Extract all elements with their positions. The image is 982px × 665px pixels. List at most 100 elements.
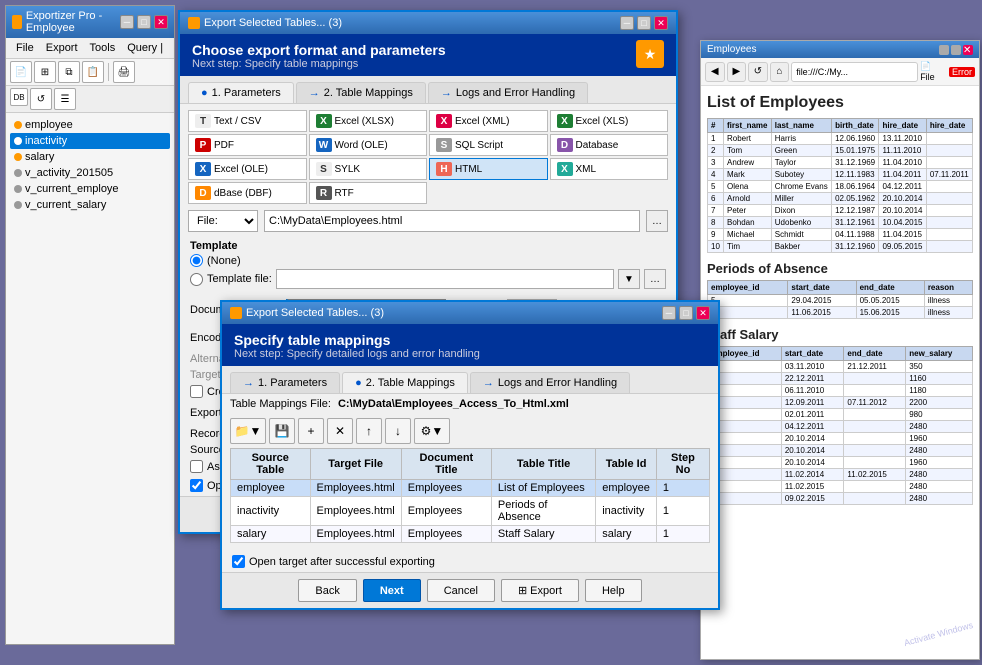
- dialog2-next-button[interactable]: Next: [363, 579, 421, 602]
- format-dbf[interactable]: DdBase (DBF): [188, 182, 307, 204]
- db-btn[interactable]: DB: [10, 88, 28, 106]
- dialog1-minimize[interactable]: ─: [620, 16, 634, 30]
- template-file-input[interactable]: [276, 269, 614, 289]
- dialog2-cancel-button[interactable]: Cancel: [427, 579, 495, 602]
- menu-query[interactable]: Query |: [121, 40, 169, 56]
- format-word[interactable]: WWord (OLE): [309, 134, 428, 156]
- tab-parameters[interactable]: ● 1. Parameters: [188, 82, 294, 103]
- template-none-radio[interactable]: [190, 254, 203, 267]
- format-db[interactable]: DDatabase: [550, 134, 669, 156]
- tab2-mappings[interactable]: ● 2. Table Mappings: [342, 372, 468, 393]
- sidebar-item-v-salary[interactable]: v_current_salary: [10, 197, 170, 213]
- forward-nav-btn[interactable]: ▶: [727, 62, 747, 82]
- dialog2-help-button[interactable]: Help: [585, 579, 642, 602]
- options-btn[interactable]: ⚙▼: [414, 418, 450, 444]
- table-row[interactable]: salary Employees.html Employees Staff Sa…: [231, 526, 710, 543]
- paste-btn[interactable]: 📋: [82, 61, 104, 83]
- format-rtf[interactable]: RRTF: [309, 182, 428, 204]
- dialog2-back-button[interactable]: Back: [298, 579, 356, 602]
- item-dot: [14, 121, 22, 129]
- tab-arrow: ●: [201, 87, 208, 99]
- new-btn[interactable]: 📄: [10, 61, 32, 83]
- col-doc[interactable]: Document Title: [401, 449, 491, 480]
- print-btn[interactable]: 🖨: [113, 61, 135, 83]
- format-xls[interactable]: XExcel (XLS): [550, 110, 669, 132]
- menu-file[interactable]: File: [10, 40, 40, 56]
- file-path-input[interactable]: [264, 210, 640, 232]
- sal-col-end: end_date: [844, 347, 906, 361]
- format-sylk[interactable]: SSYLK: [309, 158, 428, 180]
- menu-tools[interactable]: Tools: [84, 40, 122, 56]
- col-target[interactable]: Target File: [310, 449, 401, 480]
- down-btn[interactable]: ↓: [385, 418, 411, 444]
- browse-button[interactable]: …: [646, 210, 668, 232]
- format-csv[interactable]: TText / CSV: [188, 110, 307, 132]
- col-source[interactable]: Source Table: [231, 449, 311, 480]
- home-nav-btn[interactable]: ⌂: [770, 62, 790, 82]
- menu-export[interactable]: Export: [40, 40, 84, 56]
- format-pdf[interactable]: PPDF: [188, 134, 307, 156]
- folder-btn[interactable]: 📁▼: [230, 418, 266, 444]
- tab-mappings[interactable]: → 2. Table Mappings: [296, 82, 426, 103]
- add-btn[interactable]: +: [298, 418, 324, 444]
- format-xml[interactable]: XExcel (XML): [429, 110, 548, 132]
- dialog1-close[interactable]: ✕: [654, 16, 668, 30]
- windows-watermark: Activate Windows: [903, 620, 974, 634]
- table-row[interactable]: inactivity Employees.html Employees Peri…: [231, 497, 710, 526]
- col-table-title[interactable]: Table Title: [491, 449, 595, 480]
- app-maximize[interactable]: □: [137, 15, 151, 29]
- favorites-button[interactable]: ★: [636, 40, 664, 68]
- copy-btn[interactable]: ⧉: [58, 61, 80, 83]
- col-table-id[interactable]: Table Id: [596, 449, 657, 480]
- preview-minimize[interactable]: [939, 45, 949, 55]
- format-sql[interactable]: SSQL Script: [429, 134, 548, 156]
- col-step[interactable]: Step No: [656, 449, 709, 480]
- format-ole[interactable]: XExcel (OLE): [188, 158, 307, 180]
- sidebar-item-salary[interactable]: salary: [10, 149, 170, 165]
- refresh-nav-btn[interactable]: ↺: [748, 62, 768, 82]
- up-btn[interactable]: ↑: [356, 418, 382, 444]
- rtf-icon: R: [316, 186, 332, 200]
- delete-btn[interactable]: ✕: [327, 418, 353, 444]
- cell-table-id: inactivity: [596, 497, 657, 526]
- format-html[interactable]: HHTML: [429, 158, 548, 180]
- url-bar[interactable]: [791, 62, 918, 82]
- tab2-logs[interactable]: → Logs and Error Handling: [470, 372, 630, 393]
- app-minimize[interactable]: ─: [120, 15, 134, 29]
- tree-btn[interactable]: ☰: [54, 88, 76, 110]
- preview-maximize[interactable]: [951, 45, 961, 55]
- ask-checkbox[interactable]: [190, 460, 203, 473]
- tab-logs[interactable]: → Logs and Error Handling: [428, 82, 588, 103]
- dialog2-close[interactable]: ✕: [696, 306, 710, 320]
- format-xml2[interactable]: XXML: [550, 158, 669, 180]
- sidebar-item-v-activity[interactable]: v_activity_201505: [10, 165, 170, 181]
- create-checkbox[interactable]: [190, 385, 203, 398]
- sidebar-item-v-current[interactable]: v_current_employe: [10, 181, 170, 197]
- template-file-radio[interactable]: [190, 273, 203, 286]
- save-btn[interactable]: 💾: [269, 418, 295, 444]
- tab2-label: Logs and Error Handling: [498, 377, 617, 389]
- sidebar-item-employee[interactable]: employee: [10, 117, 170, 133]
- table-row[interactable]: employee Employees.html Employees List o…: [231, 480, 710, 497]
- format-xlsx[interactable]: XExcel (XLSX): [309, 110, 428, 132]
- file-type-select[interactable]: File:: [188, 210, 258, 232]
- dialog2-maximize[interactable]: □: [679, 306, 693, 320]
- grid-btn[interactable]: ⊞: [34, 61, 56, 83]
- dialog2-export-button[interactable]: ⊞Export: [501, 579, 579, 602]
- dialog2-minimize[interactable]: ─: [662, 306, 676, 320]
- back-nav-btn[interactable]: ◀: [705, 62, 725, 82]
- open-checkbox[interactable]: [190, 479, 203, 492]
- sidebar-item-label: v_current_employe: [25, 183, 119, 195]
- template-browse-btn[interactable]: ▼: [618, 269, 640, 289]
- refresh-btn[interactable]: ↺: [30, 88, 52, 110]
- list-item: 6ArnoldMiller02.05.196220.10.2014: [708, 193, 973, 205]
- mappings-table-container: Source Table Target File Document Title …: [222, 448, 718, 543]
- sidebar-item-inactivity[interactable]: inactivity: [10, 133, 170, 149]
- dialog1-maximize[interactable]: □: [637, 16, 651, 30]
- template-file-browse-btn[interactable]: …: [644, 269, 666, 289]
- tab2-parameters[interactable]: → 1. Parameters: [230, 372, 340, 393]
- app-close[interactable]: ✕: [154, 15, 168, 29]
- preview-close[interactable]: ✕: [963, 45, 973, 55]
- dialog2-open-checkbox[interactable]: [232, 555, 245, 568]
- template-section: Template (None) Template file: ▼ …: [180, 238, 676, 295]
